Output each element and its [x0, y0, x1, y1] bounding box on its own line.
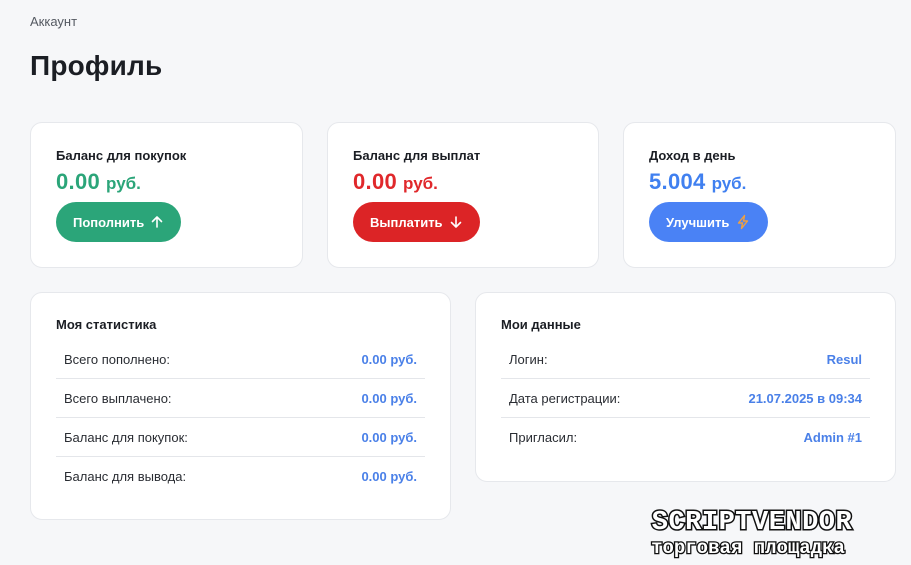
payout-balance-unit: руб. — [403, 174, 438, 193]
payout-balance-value: 0.00 — [353, 169, 398, 194]
purchase-balance-amount: 0.00 руб. — [56, 169, 277, 195]
login-label: Логин: — [509, 351, 548, 367]
watermark-top-text: SCRIPTVENDOR — [652, 508, 853, 538]
payout-balance-card: Баланс для выплат 0.00 руб. Выплатить — [327, 122, 599, 268]
stats-row: Всего пополнено: 0.00 руб. — [56, 340, 425, 379]
stats-row-value: 0.00 руб. — [361, 351, 417, 367]
upgrade-button[interactable]: Улучшить — [649, 202, 769, 242]
arrow-up-icon — [150, 215, 164, 229]
top-up-button[interactable]: Пополнить — [56, 202, 182, 242]
stats-row-value: 0.00 руб. — [361, 429, 417, 445]
stats-row: Всего выплачено: 0.00 руб. — [56, 379, 425, 418]
daily-income-label: Доход в день — [649, 148, 736, 163]
stats-row-label: Всего выплачено: — [64, 390, 172, 406]
daily-income-card: Доход в день 5.004 руб. Улучшить — [623, 122, 896, 268]
scriptvendor-watermark: SCRIPTVENDOR торговая площадка — [650, 507, 854, 561]
mydata-row: Пригласил: Admin #1 — [501, 418, 870, 456]
withdraw-button[interactable]: Выплатить — [353, 202, 480, 242]
stats-row-label: Баланс для вывода: — [64, 468, 187, 484]
stats-row-value: 0.00 руб. — [361, 468, 417, 484]
stats-row-label: Всего пополнено: — [64, 351, 170, 367]
purchase-balance-unit: руб. — [106, 174, 141, 193]
my-statistics-title: Моя статистика — [56, 317, 157, 332]
arrow-down-icon — [449, 215, 463, 229]
login-value: Resul — [826, 351, 862, 367]
daily-income-unit: руб. — [711, 174, 747, 193]
mydata-row: Логин: Resul — [501, 340, 870, 379]
stats-row: Баланс для покупок: 0.00 руб. — [56, 418, 425, 457]
mydata-row: Дата регистрации: 21.07.2025 в 09:34 — [501, 379, 870, 418]
stats-row-value: 0.00 руб. — [361, 390, 417, 406]
daily-income-value: 5.004 — [649, 169, 706, 194]
lightning-icon — [735, 214, 751, 230]
page-title: Профиль — [30, 50, 163, 81]
registration-date-value: 21.07.2025 в 09:34 — [748, 390, 862, 406]
purchase-balance-label: Баланс для покупок — [56, 148, 187, 163]
registration-date-label: Дата регистрации: — [509, 390, 621, 406]
stats-row: Баланс для вывода: 0.00 руб. — [56, 457, 425, 495]
watermark-bottom-text: торговая площадка — [651, 537, 845, 559]
breadcrumb[interactable]: Аккаунт — [30, 14, 77, 29]
my-data-card: Мои данные Логин: Resul Дата регистрации… — [475, 292, 896, 482]
top-up-button-label: Пополнить — [73, 214, 145, 230]
invited-by-label: Пригласил: — [509, 429, 578, 445]
withdraw-button-label: Выплатить — [370, 214, 443, 230]
payout-balance-label: Баланс для выплат — [353, 148, 481, 163]
my-statistics-card: Моя статистика Всего пополнено: 0.00 руб… — [30, 292, 451, 520]
my-data-title: Мои данные — [501, 317, 581, 332]
purchase-balance-card: Баланс для покупок 0.00 руб. Пополнить — [30, 122, 303, 268]
upgrade-button-label: Улучшить — [666, 214, 730, 230]
purchase-balance-value: 0.00 — [56, 169, 101, 194]
daily-income-amount: 5.004 руб. — [649, 169, 870, 195]
stats-row-label: Баланс для покупок: — [64, 429, 188, 445]
payout-balance-amount: 0.00 руб. — [353, 169, 573, 195]
invited-by-link[interactable]: Admin #1 — [803, 430, 862, 445]
